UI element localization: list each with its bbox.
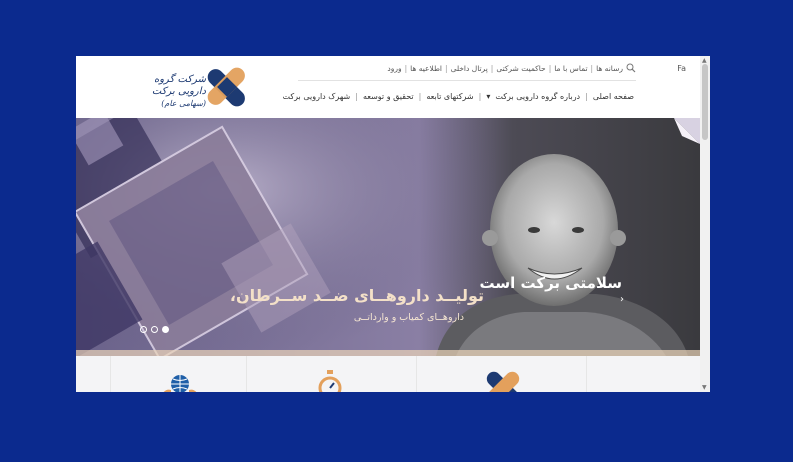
site-header: شرکت گروه دارویی برکت (سهامی عام) Fa رسا… <box>76 56 700 118</box>
separator: | <box>355 92 358 101</box>
site-logo[interactable]: شرکت گروه دارویی برکت (سهامی عام) <box>124 66 249 108</box>
logo-subtitle: (سهامی عام) <box>161 99 206 108</box>
separator: | <box>490 63 494 73</box>
separator: | <box>590 63 594 73</box>
browser-viewport: شرکت گروه دارویی برکت (سهامی عام) Fa رسا… <box>76 56 710 392</box>
nav-item-pharma-town[interactable]: شهرک دارویی برکت <box>282 92 350 101</box>
top-link-announcements[interactable]: اطلاعیه ها <box>410 64 442 73</box>
top-link-login[interactable]: ورود <box>387 64 401 73</box>
top-link-governance[interactable]: حاکمیت شرکتی <box>496 64 545 73</box>
logo-cross-icon <box>207 67 245 107</box>
vertical-scrollbar[interactable]: ▲ ▼ <box>700 56 710 392</box>
feature-quality[interactable] <box>246 356 417 392</box>
nav-item-home[interactable]: صفحه اصلی <box>593 92 634 101</box>
stopwatch-icon <box>318 370 342 392</box>
chevron-down-icon: ▾ <box>486 92 491 101</box>
separator: | <box>418 92 422 101</box>
scroll-down-icon[interactable]: ▼ <box>702 384 707 391</box>
feature-global[interactable] <box>110 356 247 392</box>
logo-name: شرکت گروه دارویی برکت <box>151 74 206 97</box>
slide-subtitle: داروهــای کمیاب و وارداتــی <box>353 312 464 323</box>
nav-item-about[interactable]: درباره گروه دارویی برکت <box>495 92 580 101</box>
header-divider <box>298 80 636 81</box>
scroll-thumb[interactable] <box>702 64 708 140</box>
scroll-up-icon[interactable]: ▲ <box>702 57 707 64</box>
top-link-media[interactable]: رسانه ها <box>596 64 623 73</box>
top-link-contact[interactable]: تماس با ما <box>554 64 587 73</box>
separator: | <box>478 92 482 101</box>
feature-extra[interactable] <box>586 356 701 392</box>
feature-brand[interactable] <box>416 356 587 392</box>
globe-hands-icon <box>163 375 197 392</box>
slide-tagline: سلامتی برکت است <box>479 274 622 292</box>
separator: | <box>404 63 408 73</box>
main-navigation: صفحه اصلی | درباره گروه دارویی برکت ▾ | … <box>282 92 634 101</box>
top-links-bar: Fa رسانه ها | تماس با ما | حاکمیت شرکتی … <box>387 62 686 74</box>
feature-strip <box>76 356 700 392</box>
slider-dot-active[interactable] <box>162 326 169 333</box>
chevron-right-icon[interactable]: › <box>620 294 628 306</box>
slider-dot[interactable] <box>151 326 158 333</box>
top-link-portal[interactable]: پرتال داخلی <box>451 64 488 73</box>
slider-pagination <box>140 326 169 333</box>
language-switch[interactable]: Fa <box>677 64 686 73</box>
nav-item-research[interactable]: تحقیق و توسعه <box>363 92 414 101</box>
nav-item-subsidiaries[interactable]: شرکتهای تابعه <box>426 92 473 101</box>
search-icon[interactable] <box>626 63 636 73</box>
slide-title: تولیــد داروهــای ضــد ســرطان، <box>229 286 484 305</box>
separator: | <box>445 63 448 73</box>
separator: | <box>585 92 588 101</box>
hero-slider[interactable]: تولیــد داروهــای ضــد ســرطان، داروهــا… <box>76 118 700 356</box>
separator: | <box>548 63 552 73</box>
slider-dot[interactable] <box>140 326 147 333</box>
barakat-cross-icon <box>486 371 520 392</box>
